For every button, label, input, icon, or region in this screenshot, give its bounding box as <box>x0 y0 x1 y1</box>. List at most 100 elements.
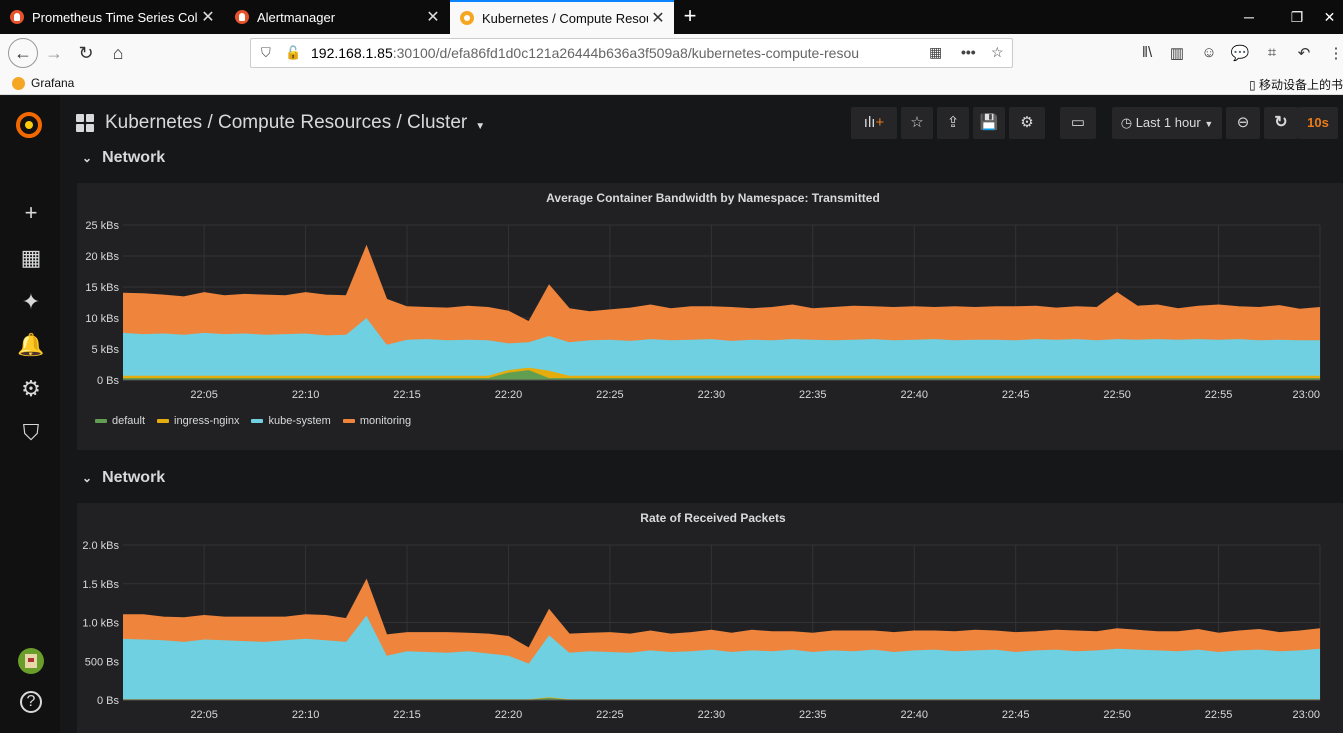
browser-tab-bar: Prometheus Time Series Colle ✕ Alertmana… <box>0 0 1343 34</box>
share-dashboard-button[interactable]: ⇪ <box>937 107 969 139</box>
explore-compass-icon[interactable]: ✦ <box>16 287 46 317</box>
crop-icon[interactable]: ⌗ <box>1261 44 1283 61</box>
dashboard-grid-icon <box>76 114 94 132</box>
star-icon: ☆ <box>910 114 924 131</box>
close-window-button[interactable]: ✕ <box>1316 0 1343 34</box>
url-bar[interactable]: ⛉ 🔓 192.168.1.85:30100/d/efa86fd1d0c121a… <box>250 38 1013 68</box>
library-icon[interactable]: ‖\ <box>1136 44 1158 61</box>
dashboard-settings-button[interactable]: ⚙ <box>1009 107 1045 139</box>
x-tick-label: 22:20 <box>495 389 523 401</box>
zoom-out-button[interactable]: ⊖ <box>1226 107 1260 139</box>
url-path: :30100/d/efa86fd1d0c121a26444b636a3f509a… <box>392 45 860 61</box>
x-tick-label: 22:05 <box>190 389 218 401</box>
chat-icon[interactable]: 💬 <box>1229 44 1251 62</box>
back-button[interactable]: ← <box>8 38 38 68</box>
x-tick-label: 22:20 <box>495 709 523 721</box>
tab-kubernetes[interactable]: Kubernetes / Compute Resou ✕ <box>450 0 674 34</box>
refresh-interval-picker[interactable]: 10s <box>1298 107 1338 139</box>
close-tab-icon[interactable]: ✕ <box>423 7 443 27</box>
grafana-icon <box>460 11 474 25</box>
y-tick-label: 15 kBs <box>85 282 119 294</box>
forward-button[interactable]: → <box>40 39 68 67</box>
close-tab-icon[interactable]: ✕ <box>198 7 218 27</box>
undo-icon[interactable]: ↶ <box>1293 44 1315 62</box>
legend-item-monitoring[interactable]: monitoring <box>342 415 412 427</box>
legend-label: default <box>112 415 146 427</box>
x-tick-label: 22:40 <box>900 709 928 721</box>
y-tick-label: 0 Bs <box>97 375 120 387</box>
chevron-down-icon: ⌄ <box>82 471 93 485</box>
tab-alertmanager[interactable]: Alertmanager ✕ <box>225 0 449 34</box>
legend-item-ingress-nginx[interactable]: ingress-nginx <box>157 415 239 427</box>
create-plus-icon[interactable]: + <box>16 198 46 228</box>
y-tick-label: 5 kBs <box>91 344 119 356</box>
save-icon: 💾 <box>979 114 999 131</box>
home-button[interactable]: ⌂ <box>104 39 132 67</box>
url-host: 192.168.1.85 <box>311 45 393 61</box>
reload-button[interactable]: ↻ <box>72 39 100 67</box>
restore-button[interactable]: ❐ <box>1274 0 1320 34</box>
url-text[interactable]: 192.168.1.85:30100/d/efa86fd1d0c121a2644… <box>311 45 911 61</box>
x-tick-label: 22:10 <box>292 709 320 721</box>
server-admin-shield-icon[interactable]: ⛉ <box>16 418 46 448</box>
grafana-logo-icon[interactable] <box>14 110 44 140</box>
panel-bandwidth-transmitted[interactable]: Average Container Bandwidth by Namespace… <box>77 183 1343 450</box>
chart-received-packets[interactable]: 0 Bs 500 Bs 1.0 kBs 1.5 kBs 2.0 kBs 22:05 22:1… <box>77 533 1343 733</box>
y-tick-label: 25 kBs <box>85 220 119 232</box>
dashboard-title-picker[interactable]: Kubernetes / Compute Resources / Cluster… <box>76 112 485 134</box>
mobile-icon: ▯ <box>1249 78 1256 92</box>
sidebar-toggle-icon[interactable]: ▥ <box>1166 44 1188 62</box>
help-icon[interactable]: ? <box>16 687 46 717</box>
legend-swatch <box>157 419 170 423</box>
insecure-lock-icon[interactable]: 🔓 <box>285 45 301 61</box>
y-tick-label: 0 Bs <box>97 695 120 707</box>
time-range-label: Last 1 hour <box>1135 115 1201 130</box>
refresh-button[interactable]: ↻ <box>1264 107 1298 139</box>
bookmark-grafana[interactable]: Grafana <box>12 76 74 90</box>
save-dashboard-button[interactable]: 💾 <box>973 107 1005 139</box>
row-title: Network <box>102 149 166 166</box>
minimize-button[interactable]: ─ <box>1226 0 1272 34</box>
row-header-network-2[interactable]: ⌄ Network <box>82 469 165 487</box>
x-tick-label: 23:00 <box>1292 389 1320 401</box>
star-dashboard-button[interactable]: ☆ <box>901 107 933 139</box>
more-actions-icon[interactable]: ••• <box>961 44 976 60</box>
caret-down-icon: ▼ <box>475 120 486 132</box>
account-icon[interactable]: ☺ <box>1198 44 1220 61</box>
legend-swatch <box>95 419 107 423</box>
row-header-network-1[interactable]: ⌄ Network <box>82 149 165 167</box>
legend-label: monitoring <box>359 415 412 427</box>
legend-item-kube-system[interactable]: kube-system <box>251 415 331 427</box>
bookmark-star-icon[interactable]: ☆ <box>991 44 1004 61</box>
user-avatar[interactable] <box>18 648 44 674</box>
close-tab-icon[interactable]: ✕ <box>648 8 668 28</box>
gear-icon: ⚙ <box>1020 114 1034 131</box>
chart-bandwidth-transmitted[interactable]: 0 Bs 5 kBs 10 kBs 15 kBs 20 kBs 25 kBs 22:05 22… <box>77 213 1343 435</box>
grafana-icon <box>12 76 25 90</box>
menu-icon[interactable]: ⋮ <box>1325 44 1343 62</box>
configuration-gear-icon[interactable]: ⚙ <box>16 374 46 404</box>
time-picker-button[interactable]: ◷ Last 1 hour ▼ <box>1112 107 1222 139</box>
x-tick-label: 22:55 <box>1205 389 1233 401</box>
add-panel-button[interactable]: ılı+ <box>851 107 897 139</box>
area-series-monitoring[interactable] <box>123 246 1320 345</box>
y-tick-label: 10 kBs <box>85 313 119 325</box>
new-tab-button[interactable]: + <box>676 4 704 30</box>
x-tick-label: 22:50 <box>1103 709 1131 721</box>
x-tick-label: 23:00 <box>1292 709 1320 721</box>
dashboards-icon[interactable]: ▦ <box>16 243 46 273</box>
legend-label: ingress-nginx <box>174 415 240 427</box>
prometheus-icon <box>10 10 24 24</box>
cycle-view-mode-button[interactable]: ▭ <box>1060 107 1096 139</box>
shield-icon[interactable]: ⛉ <box>261 45 271 61</box>
x-tick-label: 22:40 <box>900 389 928 401</box>
chart-legend: default ingress-nginx kube-system monito… <box>95 415 423 427</box>
qr-code-icon[interactable]: ▦ <box>929 44 942 61</box>
mobile-bookmarks[interactable]: ▯ 移动设备上的书 <box>1249 76 1343 93</box>
alerting-bell-icon[interactable]: 🔔 <box>16 330 46 360</box>
dashboard-title: Kubernetes / Compute Resources / Cluster <box>105 112 468 133</box>
panel-received-packets[interactable]: Rate of Received Packets 0 Bs 500 Bs 1.0 k… <box>77 503 1343 733</box>
x-tick-label: 22:05 <box>190 709 218 721</box>
tab-prometheus[interactable]: Prometheus Time Series Colle ✕ <box>0 0 224 34</box>
legend-item-default[interactable]: default <box>95 415 145 427</box>
